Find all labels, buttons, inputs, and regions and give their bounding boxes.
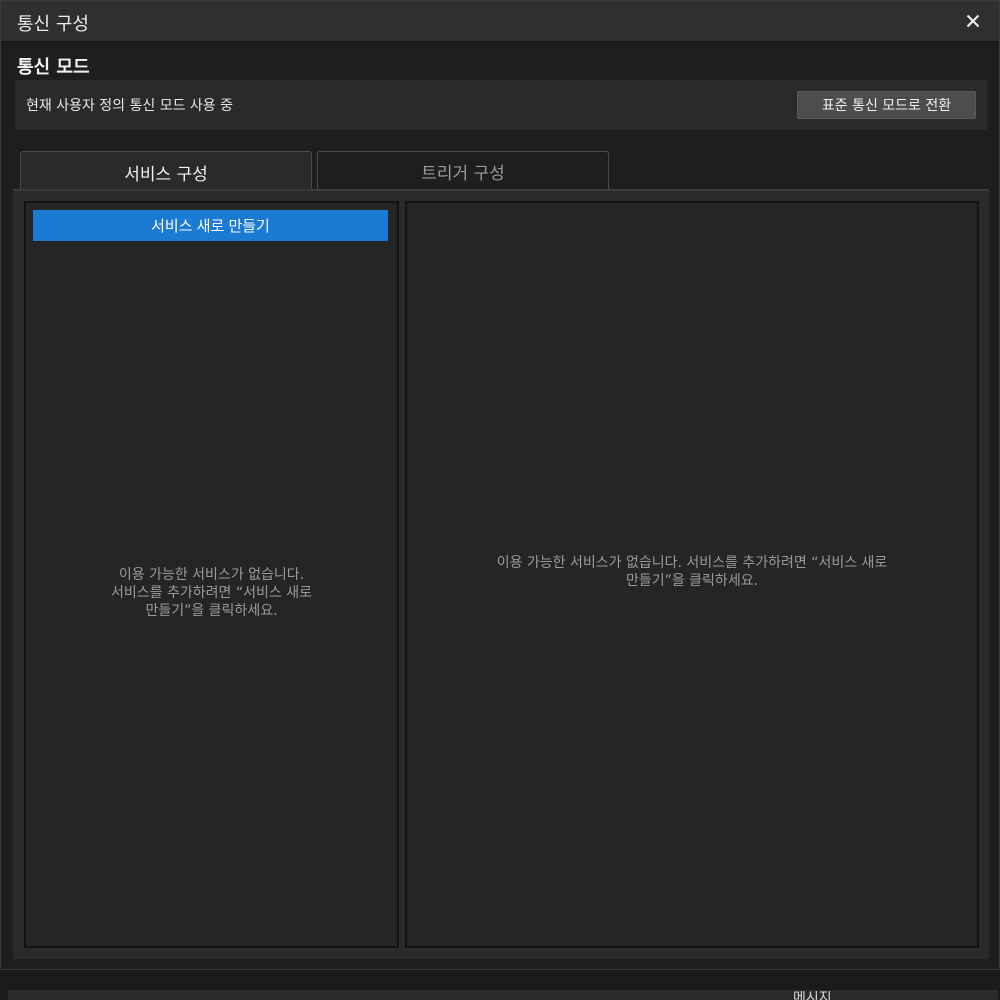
background-toolbar xyxy=(8,990,998,1000)
dialog-title: 통신 구성 xyxy=(17,14,89,35)
tab-trigger-config[interactable]: 트리거 구성 xyxy=(317,151,609,190)
dialog-titlebar: 통신 구성 xyxy=(1,1,999,42)
empty-message-line: 만들기”을 클릭하세요. xyxy=(145,603,278,619)
service-list-panel: 서비스 새로 만들기 이용 가능한 서비스가 없습니다. 서비스를 추가하려면 … xyxy=(24,201,399,948)
service-list-empty-message: 이용 가능한 서비스가 없습니다. 서비스를 추가하려면 “서비스 새로 만들기… xyxy=(66,566,357,620)
empty-message-line: 서비스를 추가하려면 “서비스 새로 xyxy=(111,585,312,601)
empty-message-line: 이용 가능한 서비스가 없습니다. 서비스를 추가하려면 “서비스 새로 xyxy=(496,555,888,571)
section-heading-comm-mode: 통신 모드 xyxy=(17,57,90,78)
close-button[interactable] xyxy=(959,7,987,35)
new-service-button[interactable]: 서비스 새로 만들기 xyxy=(33,210,388,241)
mode-status-text: 현재 사용자 정의 통신 모드 사용 중 xyxy=(26,98,234,114)
empty-message-line: 이용 가능한 서비스가 없습니다. xyxy=(118,567,305,583)
mode-status-bar: 현재 사용자 정의 통신 모드 사용 중 표준 통신 모드로 전환 xyxy=(15,80,987,130)
empty-message-line: 만들기”을 클릭하세요. xyxy=(625,573,759,589)
communication-config-dialog: 통신 구성 통신 모드 현재 사용자 정의 통신 모드 사용 중 표준 통신 모… xyxy=(0,0,1000,970)
background-window-strip: 메시지 xyxy=(0,970,1000,1000)
switch-to-standard-mode-button[interactable]: 표준 통신 모드로 전환 xyxy=(797,91,976,119)
close-icon xyxy=(966,14,980,28)
tab-service-config[interactable]: 서비스 구성 xyxy=(20,151,312,192)
service-detail-panel: 이용 가능한 서비스가 없습니다. 서비스를 추가하려면 “서비스 새로 만들기… xyxy=(405,201,979,948)
background-partial-label: 메시지 xyxy=(793,991,832,1000)
tab-content-area: 서비스 새로 만들기 이용 가능한 서비스가 없습니다. 서비스를 추가하려면 … xyxy=(13,191,989,959)
service-detail-empty-message: 이용 가능한 서비스가 없습니다. 서비스를 추가하려면 “서비스 새로 만들기… xyxy=(457,554,927,590)
